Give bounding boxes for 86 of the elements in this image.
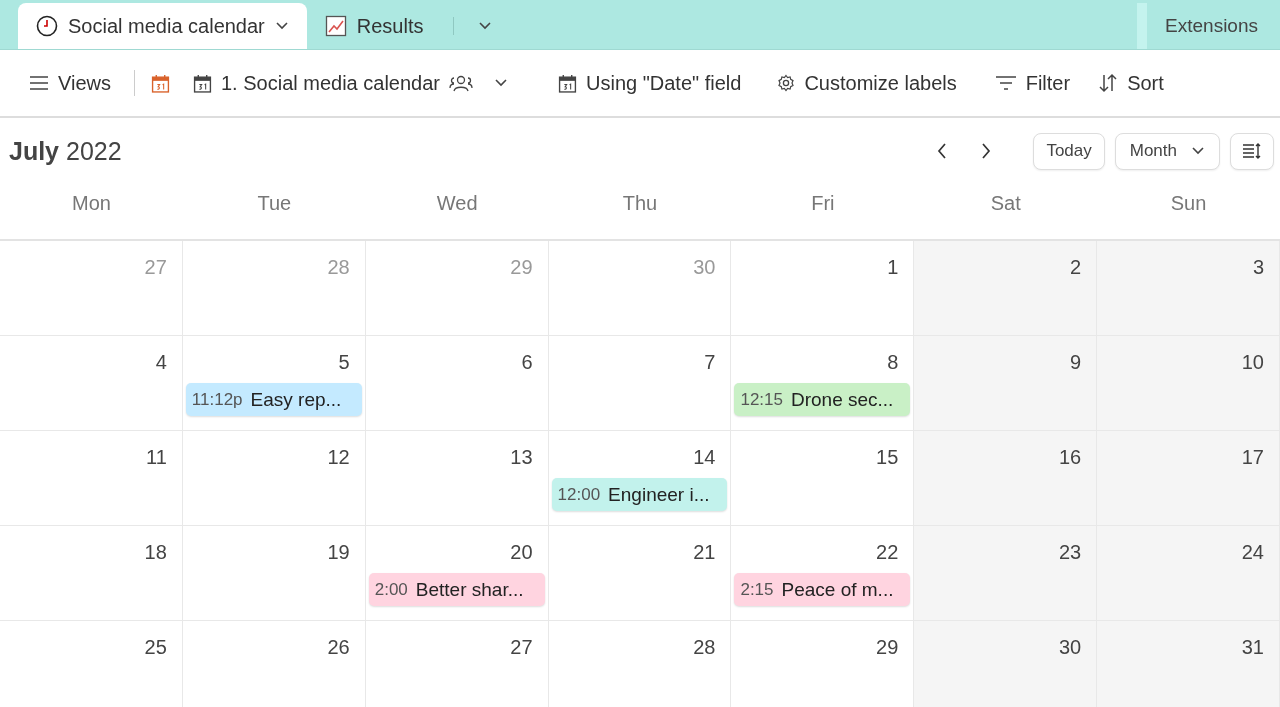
settings-button[interactable] xyxy=(1230,132,1274,170)
date-field-button[interactable]: Using "Date" field xyxy=(547,65,753,101)
sort-button[interactable]: Sort xyxy=(1087,65,1175,101)
tab[interactable]: Results xyxy=(306,3,442,49)
day-number: 17 xyxy=(1241,446,1264,468)
day-number: 24 xyxy=(1241,541,1264,563)
range-dropdown[interactable]: Month xyxy=(1114,132,1220,170)
calendar-icon xyxy=(558,73,577,93)
event-title: Easy rep... xyxy=(250,388,342,411)
day-number: 26 xyxy=(327,636,350,658)
weekday-label: Tue xyxy=(256,191,293,215)
chevron-down-icon xyxy=(494,78,508,88)
event-chip[interactable]: 2:15 Peace of m... xyxy=(734,573,911,606)
chart-icon xyxy=(324,15,347,37)
day-number: 10 xyxy=(1241,351,1264,373)
weekday-label: Mon xyxy=(70,191,112,215)
sort-icon xyxy=(1098,73,1119,93)
day-number: 25 xyxy=(144,636,167,658)
day-number: 27 xyxy=(510,636,533,658)
day-number: 5 xyxy=(338,351,350,373)
day-number: 16 xyxy=(1058,446,1082,468)
day-number: 28 xyxy=(327,256,350,278)
chevron-down-icon xyxy=(1191,146,1205,156)
weekday-label: Sun xyxy=(1169,191,1208,215)
weekday-label: Fri xyxy=(810,191,836,215)
day-number: 2 xyxy=(1070,256,1082,278)
day-number: 30 xyxy=(1058,636,1082,658)
day-number: 9 xyxy=(1070,351,1082,373)
day-number: 20 xyxy=(510,541,533,563)
event-chip[interactable]: 11:12p Easy rep... xyxy=(185,383,362,416)
day-number: 30 xyxy=(693,256,716,278)
event-time: 12:15 xyxy=(740,389,783,410)
day-number: 3 xyxy=(1252,256,1264,278)
day-number: 27 xyxy=(144,256,167,278)
day-number: 29 xyxy=(510,256,533,278)
day-number: 23 xyxy=(1058,541,1082,563)
day-number: 31 xyxy=(1241,636,1264,658)
day-number: 28 xyxy=(693,636,716,658)
settings-icon xyxy=(777,74,796,92)
event-title: Peace of m... xyxy=(781,578,894,601)
event-time: 12:00 xyxy=(557,484,601,505)
chevron-down-icon xyxy=(274,21,289,31)
filter-icon xyxy=(994,75,1017,91)
view-name-button[interactable]: 1. Social media calendar xyxy=(182,65,519,101)
event-title: Better shar... xyxy=(415,578,524,601)
day-number: 22 xyxy=(876,541,899,563)
day-number: 19 xyxy=(327,541,350,563)
chevron-right-icon xyxy=(981,143,992,159)
event-title: Drone sec... xyxy=(790,388,894,411)
calendar-icon xyxy=(151,73,170,93)
event-time: 11:12p xyxy=(191,389,243,410)
day-number: 7 xyxy=(704,351,716,373)
people-icon xyxy=(449,73,473,93)
day-number: 1 xyxy=(887,256,899,278)
tab[interactable]: Social media calendar xyxy=(18,3,307,49)
chevron-down-icon xyxy=(478,21,493,31)
day-number: 18 xyxy=(144,541,167,563)
event-title: Engineer i... xyxy=(608,483,710,506)
day-number: 14 xyxy=(693,446,716,468)
views-button[interactable]: Views xyxy=(18,65,122,101)
month-title: July 2022 xyxy=(9,136,123,166)
filter-button[interactable]: Filter xyxy=(983,65,1082,101)
event-time: 2:00 xyxy=(374,579,408,600)
event-chip[interactable]: 2:00 Better shar... xyxy=(368,573,545,606)
customize-labels-button[interactable]: Customize labels xyxy=(766,65,968,101)
day-number: 15 xyxy=(876,446,899,468)
weekday-label: Sat xyxy=(989,191,1022,215)
today-button[interactable]: Today xyxy=(1033,132,1105,170)
chevron-left-icon xyxy=(937,143,948,159)
list-sort-icon xyxy=(1242,143,1262,159)
day-number: 12 xyxy=(327,446,350,468)
day-number: 29 xyxy=(876,636,899,658)
day-number: 11 xyxy=(146,446,167,468)
event-chip[interactable]: 12:15 Drone sec... xyxy=(734,383,911,416)
day-number: 13 xyxy=(510,446,533,468)
menu-icon xyxy=(29,75,49,91)
day-number: 8 xyxy=(887,351,899,373)
weekday-label: Wed xyxy=(435,191,479,215)
day-number: 6 xyxy=(521,351,533,373)
event-time: 2:15 xyxy=(740,579,774,600)
event-chip[interactable]: 12:00 Engineer i... xyxy=(551,478,728,511)
day-number: 4 xyxy=(155,351,167,373)
clock-icon xyxy=(36,15,58,37)
weekday-label: Thu xyxy=(621,191,659,215)
day-number: 21 xyxy=(693,541,716,563)
calendar-icon xyxy=(193,73,212,93)
